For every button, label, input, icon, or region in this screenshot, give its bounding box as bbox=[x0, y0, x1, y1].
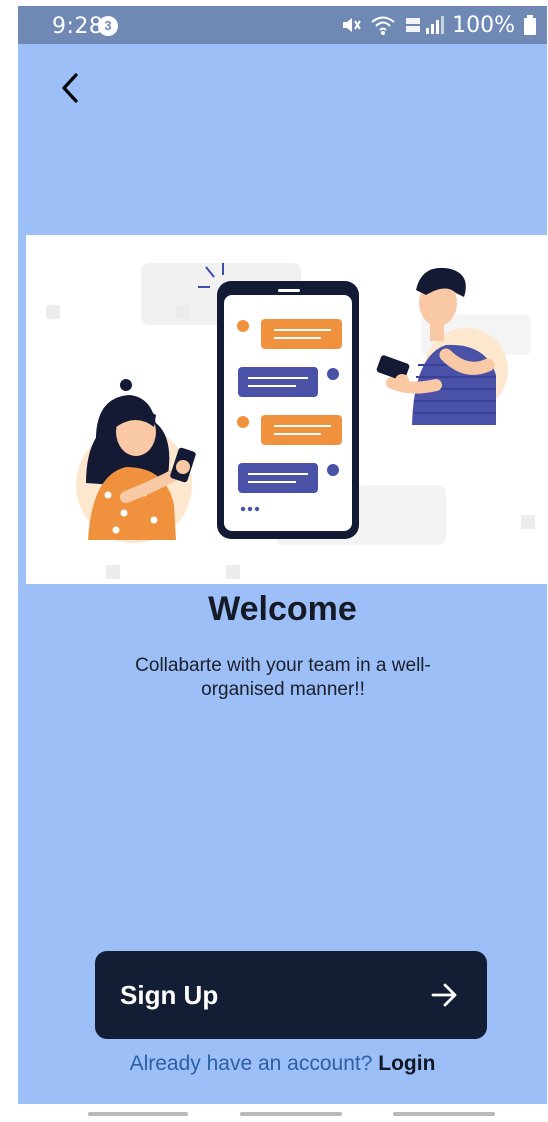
mute-icon bbox=[343, 18, 361, 32]
status-bar: 9:28 3 100% bbox=[18, 6, 547, 44]
battery-icon bbox=[524, 15, 536, 35]
status-icons: 100% bbox=[340, 12, 537, 38]
chat-illustration bbox=[46, 263, 535, 579]
app-screen: 9:28 3 100% Welcome Collabarte with your… bbox=[18, 6, 547, 1104]
chevron-left-icon bbox=[62, 73, 78, 103]
login-prompt-text: Already have an account? bbox=[129, 1052, 373, 1075]
sign-up-button[interactable]: Sign Up bbox=[95, 951, 487, 1039]
lte-signal-icon bbox=[406, 16, 445, 34]
welcome-subtitle: Collabarte with your team in a well-orga… bbox=[135, 655, 431, 700]
nav-back-handle[interactable] bbox=[393, 1112, 495, 1116]
welcome-title: Welcome bbox=[208, 590, 357, 628]
login-link[interactable]: Login bbox=[378, 1052, 435, 1075]
sign-up-label: Sign Up bbox=[120, 979, 219, 1010]
nav-recents-handle[interactable] bbox=[88, 1112, 188, 1116]
arrow-right-icon bbox=[431, 983, 457, 1007]
login-prompt-row: Already have an account? Login bbox=[18, 1052, 547, 1076]
wifi-icon bbox=[371, 16, 395, 35]
system-navigation-bar bbox=[18, 1104, 547, 1122]
status-time: 9:28 bbox=[52, 14, 104, 39]
hero-illustration bbox=[26, 235, 547, 584]
nav-home-handle[interactable] bbox=[240, 1112, 342, 1116]
notification-count-badge: 3 bbox=[98, 16, 118, 36]
back-button[interactable] bbox=[50, 68, 90, 108]
battery-percentage: 100% bbox=[452, 12, 515, 38]
